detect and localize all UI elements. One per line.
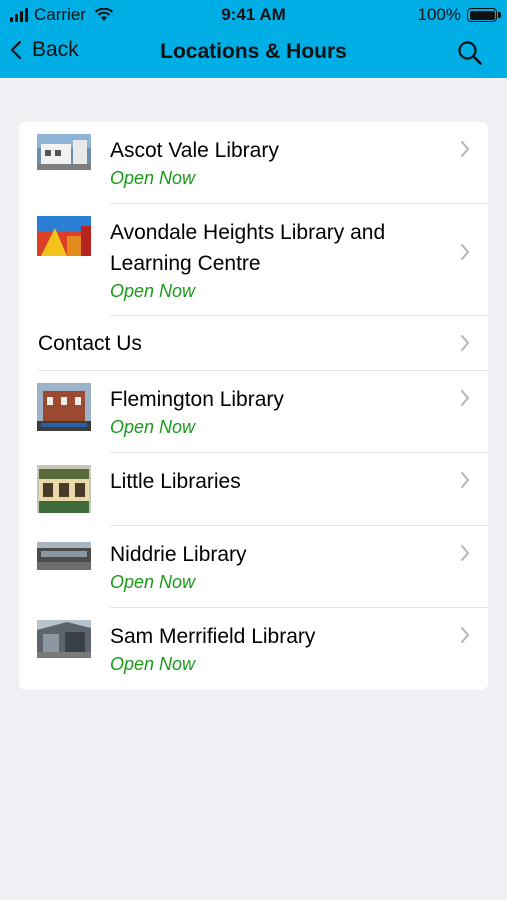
battery-icon (467, 8, 501, 22)
search-icon[interactable] (457, 40, 483, 66)
chevron-right-icon (461, 390, 470, 406)
location-name: Avondale Heights Library and Learning Ce… (110, 221, 386, 275)
niddrie-thumbnail (37, 542, 91, 570)
location-name: Sam Merrifield Library (110, 625, 316, 648)
ascot-vale-thumbnail (37, 134, 91, 170)
open-status: Open Now (110, 572, 196, 592)
battery-percent: 100% (417, 5, 461, 24)
chevron-right-icon (461, 244, 470, 260)
open-status: Open Now (110, 281, 196, 301)
list-item-ascot-vale[interactable]: Ascot Vale Library Open Now (19, 122, 488, 204)
contact-us-label: Contact Us (38, 332, 142, 355)
status-bar: Carrier 9:41 AM 100% (0, 0, 507, 30)
chevron-right-icon (461, 335, 470, 351)
open-status: Open Now (110, 168, 196, 188)
location-name: Flemington Library (110, 388, 284, 411)
header-bar: Carrier 9:41 AM 100% Back Locations & Ho… (0, 0, 507, 78)
list-item-niddrie[interactable]: Niddrie Library Open Now (19, 526, 488, 608)
locations-list: Ascot Vale Library Open Now Avondale Hei… (19, 122, 488, 690)
list-item-avondale-heights[interactable]: Avondale Heights Library and Learning Ce… (19, 204, 488, 316)
chevron-right-icon (461, 472, 470, 488)
list-item-sam-merrifield[interactable]: Sam Merrifield Library Open Now (19, 608, 488, 690)
list-item-contact-us[interactable]: Contact Us (19, 316, 488, 371)
chevron-right-icon (461, 141, 470, 157)
navigation-bar: Back Locations & Hours (0, 30, 507, 78)
location-name: Little Libraries (110, 470, 241, 493)
list-item-little-libraries[interactable]: Little Libraries (19, 453, 488, 526)
chevron-right-icon (461, 545, 470, 561)
sam-merrifield-thumbnail (37, 620, 91, 658)
location-name: Niddrie Library (110, 543, 247, 566)
open-status: Open Now (110, 654, 196, 674)
flemington-thumbnail (37, 383, 91, 431)
list-item-flemington[interactable]: Flemington Library Open Now (19, 371, 488, 453)
chevron-right-icon (461, 627, 470, 643)
little-libraries-thumbnail (37, 465, 91, 513)
location-name: Ascot Vale Library (110, 139, 279, 162)
open-status: Open Now (110, 417, 196, 437)
avondale-heights-thumbnail (37, 216, 91, 256)
page-title: Locations & Hours (160, 40, 347, 63)
